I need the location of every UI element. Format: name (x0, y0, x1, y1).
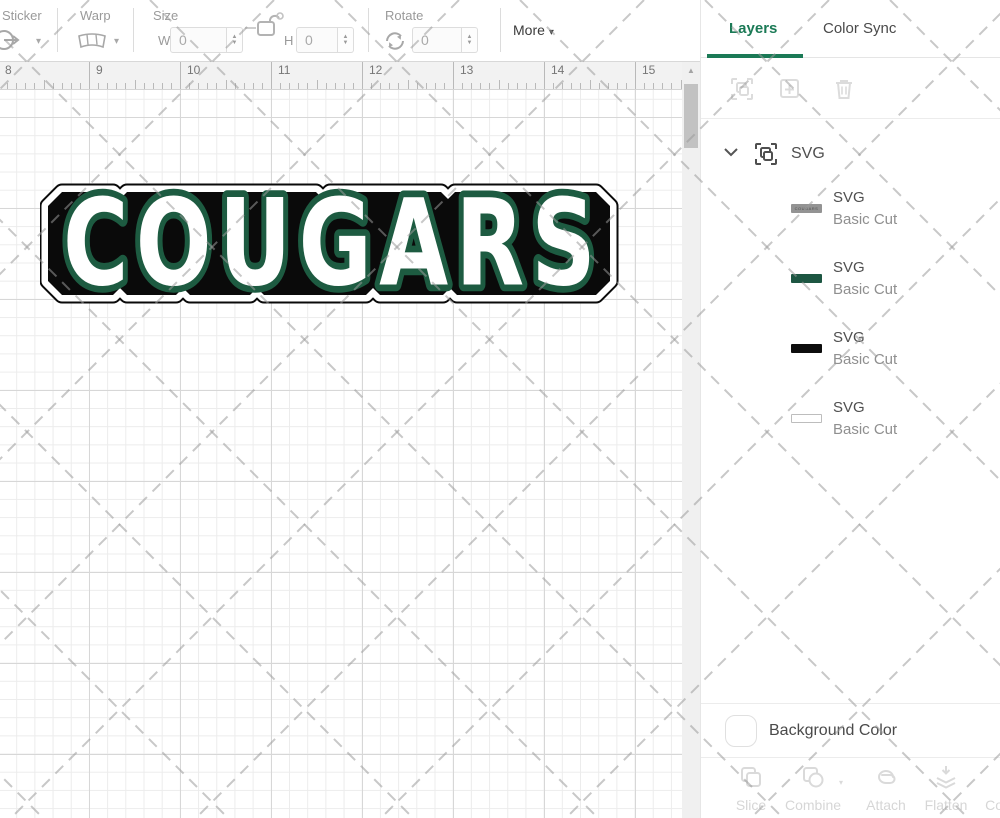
tab-color-sync[interactable]: Color Sync (823, 20, 896, 37)
background-color-label: Background Color (769, 722, 898, 739)
attach-icon (878, 770, 896, 784)
stepper-down-icon: ▼ (231, 40, 238, 46)
rotate-label: Rotate (385, 8, 424, 23)
layer-subtitle: Basic Cut (833, 281, 898, 298)
layer-thumbnail (791, 274, 822, 283)
layer-row[interactable]: SVG Basic Cut (701, 387, 1000, 457)
top-toolbar: Sticker ▾ Warp ▾ Size W ▲ ▼ (0, 0, 700, 62)
toolbar-divider (57, 8, 58, 52)
ruler-number: 9 (96, 63, 103, 77)
stepper-down-icon: ▼ (466, 40, 473, 46)
attach-button[interactable]: Attach (854, 764, 918, 813)
scroll-up-icon[interactable]: ▲ (682, 66, 700, 75)
warp-button[interactable] (76, 31, 108, 56)
layer-row[interactable]: COUGARS SVG Basic Cut (701, 177, 1000, 247)
duplicate-button-icon[interactable] (777, 76, 803, 102)
ruler-number: 13 (460, 63, 474, 77)
group-label: SVG (791, 145, 825, 162)
contour-button[interactable]: Contour (978, 764, 1000, 813)
layer-subtitle: Basic Cut (833, 421, 898, 438)
warp-label: Warp (80, 8, 111, 23)
horizontal-ruler: 8 9 10 11 12 13 14 15 (0, 62, 682, 90)
tab-layers[interactable]: Layers (729, 20, 777, 37)
background-color-row: Background Color (701, 703, 1000, 758)
ruler-number: 11 (278, 63, 291, 77)
combine-button[interactable]: ▾ Combine (781, 764, 845, 813)
rotate-stepper[interactable]: ▲ ▼ (462, 27, 478, 53)
layer-title: SVG (833, 329, 865, 346)
layer-group-row[interactable]: SVG (701, 119, 1000, 177)
ruler-number: 10 (187, 63, 201, 77)
layers-panel: Layers Color Sync SVG COUGARS SVG Basic … (700, 0, 1000, 818)
width-input[interactable] (170, 27, 227, 53)
design-app: Sticker ▾ Warp ▾ Size W ▲ ▼ (0, 0, 1000, 818)
layer-thumbnail (791, 414, 822, 423)
canvas-area: 8 9 10 11 12 13 14 15 COUGARS ▲ (0, 62, 700, 818)
more-button[interactable]: More ▾ (513, 22, 554, 38)
more-caret-icon: ▾ (548, 27, 554, 38)
chevron-down-icon[interactable] (723, 147, 739, 157)
height-label: H (284, 33, 294, 48)
toolbar-divider (500, 8, 501, 52)
rotate-input[interactable] (412, 27, 462, 53)
layer-title: SVG (833, 399, 865, 416)
ruler-number: 8 (5, 63, 12, 77)
bottom-actions-bar: Slice ▾ Combine Attach Flatten C (701, 758, 1000, 818)
slice-label: Slice (735, 797, 767, 813)
sticker-caret-icon[interactable]: ▾ (36, 36, 41, 47)
layer-list: COUGARS SVG Basic Cut SVG Basic Cut SVG … (701, 177, 1000, 457)
delete-button-icon[interactable] (831, 76, 857, 102)
contour-label: Contour (985, 797, 1000, 813)
stepper-down-icon: ▼ (342, 40, 349, 46)
layer-subtitle: Basic Cut (833, 351, 898, 368)
width-stepper[interactable]: ▲ ▼ (227, 27, 243, 53)
warp-icon (78, 33, 106, 49)
flatten-button[interactable]: Flatten (914, 764, 978, 813)
group-icon (755, 143, 777, 165)
layer-title: SVG (833, 189, 865, 206)
slice-icon (741, 767, 761, 787)
group-button-icon[interactable] (729, 76, 755, 102)
cougars-logo-object[interactable]: COUGARS (40, 182, 625, 312)
layer-subtitle: Basic Cut (833, 211, 898, 228)
more-label: More (513, 22, 545, 38)
background-color-swatch[interactable] (725, 715, 757, 747)
layer-row[interactable]: SVG Basic Cut (701, 317, 1000, 387)
sticker-offset-icon (0, 30, 20, 50)
combine-caret-icon: ▾ (838, 778, 843, 787)
flatten-icon (936, 766, 956, 789)
width-label: W (158, 33, 171, 48)
toolbar-divider (368, 8, 369, 52)
design-canvas[interactable]: COUGARS (0, 90, 682, 818)
rotate-icon (386, 32, 404, 50)
sticker-label: Sticker (2, 8, 42, 23)
logo-text: COUGARS (63, 182, 603, 312)
scrollbar-thumb[interactable] (684, 84, 698, 148)
layer-title: SVG (833, 259, 865, 276)
warp-caret-icon[interactable]: ▾ (114, 36, 119, 47)
height-input[interactable] (296, 27, 338, 53)
combine-icon (803, 767, 824, 788)
layer-thumbnail (791, 344, 822, 353)
ruler-number: 14 (551, 63, 565, 77)
ruler-number: 15 (642, 63, 656, 77)
layer-thumbnail: COUGARS (791, 204, 822, 213)
sticker-button[interactable] (0, 28, 30, 52)
toolbar-divider (133, 8, 134, 52)
layer-tools-row (701, 58, 1000, 119)
attach-label: Attach (866, 797, 906, 813)
ruler-number: 12 (369, 63, 383, 77)
flatten-label: Flatten (924, 797, 968, 813)
canvas-vertical-scrollbar[interactable]: ▲ (682, 62, 700, 818)
panel-tabs: Layers Color Sync (701, 0, 1000, 58)
layer-row[interactable]: SVG Basic Cut (701, 247, 1000, 317)
size-label: Size (153, 8, 179, 23)
combine-label: Combine (784, 797, 842, 813)
slice-button[interactable]: Slice (719, 764, 783, 813)
height-stepper[interactable]: ▲ ▼ (338, 27, 354, 53)
